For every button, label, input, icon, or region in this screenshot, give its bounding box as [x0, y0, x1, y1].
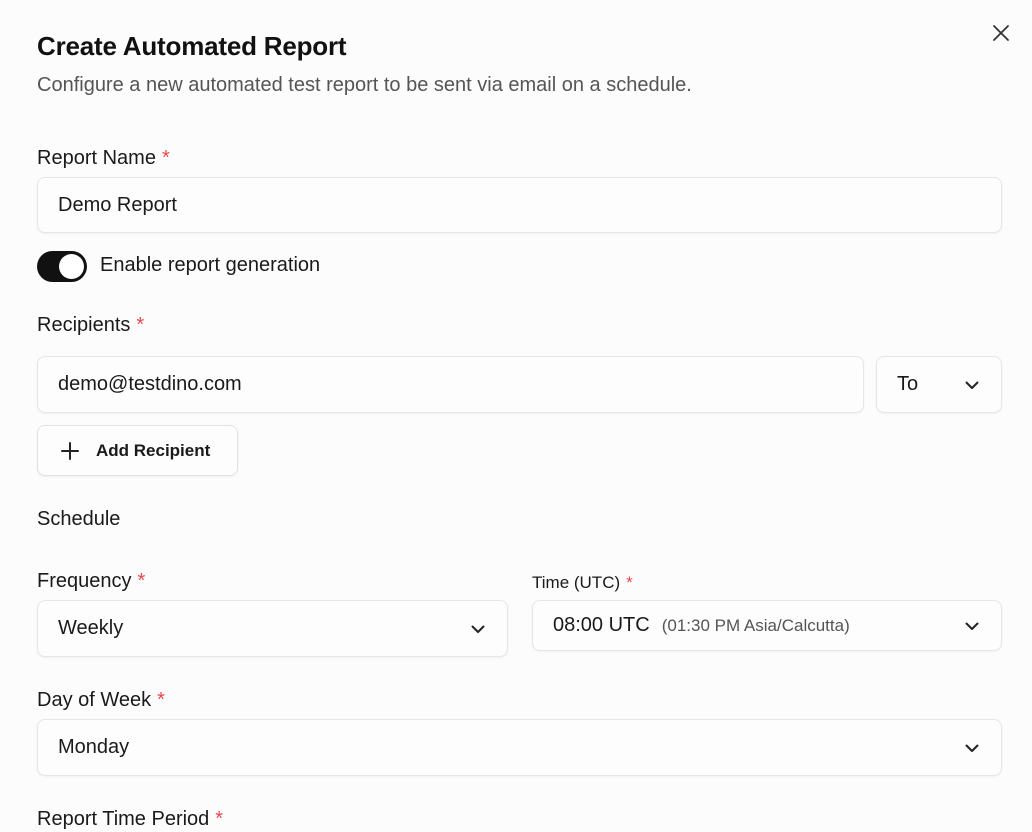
report-time-period-label-text: Report Time Period — [37, 808, 210, 830]
required-mark: * — [215, 808, 224, 830]
chevron-down-icon — [965, 744, 979, 752]
create-report-dialog: Create Automated Report Configure a new … — [0, 0, 1032, 832]
report-name-label: Report Name * — [37, 147, 170, 170]
day-of-week-label-text: Day of Week — [37, 689, 152, 711]
time-value: 08:00 UTC — [553, 614, 650, 636]
recipients-label: Recipients * — [37, 314, 144, 337]
enable-report-toggle[interactable] — [37, 251, 87, 282]
required-mark: * — [161, 147, 170, 169]
add-recipient-label: Add Recipient — [96, 440, 211, 460]
toggle-knob — [59, 254, 84, 279]
chevron-down-icon — [965, 622, 979, 630]
report-name-value: Demo Report — [58, 193, 177, 216]
frequency-label: Frequency * — [37, 570, 145, 593]
close-icon — [993, 25, 1009, 41]
day-of-week-value: Monday — [58, 736, 130, 758]
chevron-down-icon — [965, 381, 979, 389]
required-mark: * — [157, 689, 165, 711]
required-mark: * — [136, 314, 145, 336]
report-time-period-label: Report Time Period * — [37, 808, 223, 831]
chevron-down-icon — [471, 625, 485, 633]
dialog-subtitle: Configure a new automated test report to… — [37, 74, 692, 96]
schedule-section-title: Schedule — [37, 508, 121, 530]
required-mark: * — [137, 570, 146, 592]
day-of-week-select[interactable]: Monday — [37, 719, 1002, 776]
frequency-value: Weekly — [58, 617, 124, 639]
required-mark: * — [626, 573, 633, 592]
time-select[interactable]: 08:00 UTC (01:30 PM Asia/Calcutta) — [532, 600, 1002, 651]
plus-icon — [61, 441, 79, 460]
enable-report-label: Enable report generation — [100, 254, 321, 276]
report-name-input[interactable]: Demo Report — [37, 177, 1002, 233]
time-label: Time (UTC) * — [532, 573, 633, 593]
dialog-title: Create Automated Report — [37, 31, 347, 61]
recipient-email-input[interactable]: demo@testdino.com — [37, 356, 864, 413]
recipient-email-value: demo@testdino.com — [58, 373, 242, 395]
add-recipient-button[interactable]: Add Recipient — [37, 425, 238, 476]
recipients-label-text: Recipients — [37, 314, 131, 336]
time-local-hint: (01:30 PM Asia/Calcutta) — [661, 615, 850, 635]
frequency-select[interactable]: Weekly — [37, 600, 508, 657]
recipient-type-select[interactable]: To — [876, 356, 1002, 413]
time-label-text: Time (UTC) — [532, 573, 621, 592]
report-name-label-text: Report Name — [37, 147, 156, 169]
close-button[interactable] — [988, 20, 1014, 46]
day-of-week-label: Day of Week * — [37, 689, 165, 712]
recipient-type-value: To — [897, 373, 919, 395]
frequency-label-text: Frequency — [37, 570, 132, 592]
